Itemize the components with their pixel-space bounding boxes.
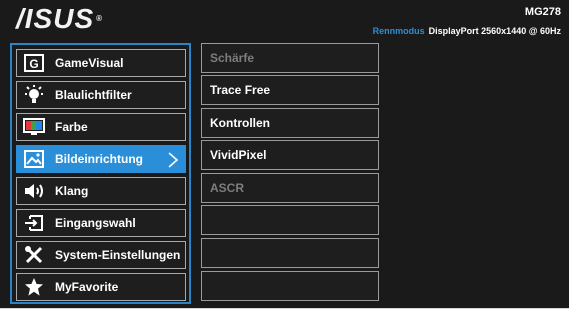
sub-item-empty: [201, 205, 379, 235]
osd-window: /ISUS ® MG278 Rennmodus DisplayPort 2560x1…: [0, 0, 569, 309]
color-monitor-icon: [23, 116, 45, 138]
menu-item-eingangswahl[interactable]: Eingangswahl: [16, 209, 186, 237]
status-line: Rennmodus DisplayPort 2560x1440 @ 60Hz: [373, 26, 561, 36]
image-icon: [23, 148, 45, 170]
model-name: MG278: [524, 6, 561, 18]
tools-icon: [23, 244, 45, 266]
menu-item-gamevisual[interactable]: G GameVisual: [16, 49, 186, 77]
sub-item-kontrollen[interactable]: Kontrollen: [201, 108, 379, 138]
sub-item-ascr[interactable]: ASCR: [201, 173, 379, 203]
asus-logo: /ISUS ®: [16, 3, 104, 34]
menu-item-label: Bildeinrichtung: [55, 152, 143, 166]
main-menu: G GameVisual Blaulichtfilter Farbe Bilde…: [10, 43, 191, 304]
brand-trademark: ®: [96, 14, 104, 23]
sub-item-vividpixel[interactable]: VividPixel: [201, 140, 379, 170]
menu-item-blaulichtfilter[interactable]: Blaulichtfilter: [16, 81, 186, 109]
menu-item-label: Blaulichtfilter: [55, 88, 132, 102]
menu-item-label: Klang: [55, 184, 89, 198]
menu-item-system-einstellungen[interactable]: System-Einstellungen: [16, 241, 186, 269]
menu-item-farbe[interactable]: Farbe: [16, 113, 186, 141]
sub-item-trace-free[interactable]: Trace Free: [201, 75, 379, 105]
input-select-icon: [23, 212, 45, 234]
menu-item-klang[interactable]: Klang: [16, 177, 186, 205]
mode-label: Rennmodus: [372, 26, 425, 36]
svg-text:G: G: [29, 57, 38, 71]
signal-info: DisplayPort 2560x1440 @ 60Hz: [428, 26, 561, 36]
menu-item-label: Farbe: [55, 120, 88, 134]
speaker-icon: [23, 180, 45, 202]
menu-item-label: Eingangswahl: [55, 216, 136, 230]
menu-item-label: MyFavorite: [55, 280, 119, 294]
brand-name: /ISUS: [16, 3, 95, 34]
gamevisual-icon: G: [23, 52, 45, 74]
sub-item-empty: [201, 271, 379, 301]
sub-menu: Schärfe Trace Free Kontrollen VividPixel…: [201, 43, 379, 304]
sub-item-schaerfe[interactable]: Schärfe: [201, 43, 379, 73]
menu-item-label: GameVisual: [55, 56, 124, 70]
sub-item-empty: [201, 238, 379, 268]
menu-item-myfavorite[interactable]: MyFavorite: [16, 273, 186, 301]
menu-item-bildeinrichtung[interactable]: Bildeinrichtung: [16, 145, 186, 173]
star-icon: [23, 276, 45, 298]
menu-item-label: System-Einstellungen: [55, 248, 181, 262]
chevron-right-icon: [167, 151, 179, 172]
bluelight-bulb-icon: [23, 84, 45, 106]
